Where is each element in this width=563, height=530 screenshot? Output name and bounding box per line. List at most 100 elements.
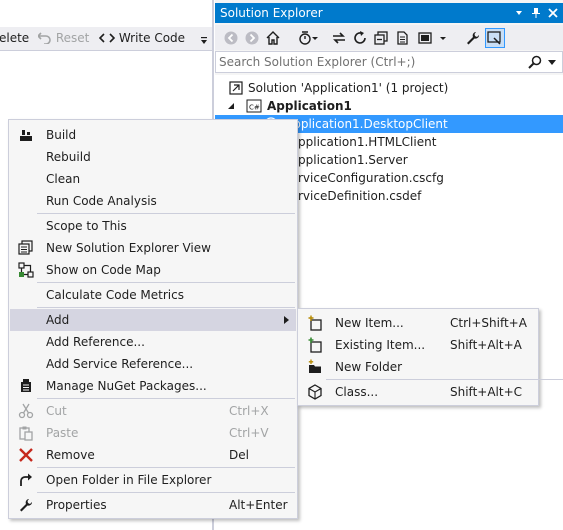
menu-item-new-solution-explorer-view[interactable]: New Solution Explorer View	[10, 237, 296, 259]
menu-item-label: Rebuild	[46, 150, 91, 164]
tree-item-label: Solution 'Application1' (1 project)	[248, 81, 449, 95]
menu-item-paste[interactable]: Paste Ctrl+V	[10, 422, 296, 444]
menu-item-label: Open Folder in File Explorer	[46, 473, 212, 487]
window-position-dropdown-icon[interactable]	[513, 7, 525, 19]
existing-item-icon	[308, 337, 322, 353]
tree-item-label: Application1.DesktopClient	[285, 117, 448, 131]
menu-item-run-code-analysis[interactable]: Run Code Analysis	[10, 190, 296, 212]
tree-item-label: pplication1.Server	[298, 153, 408, 167]
tree-item-solution[interactable]: Solution 'Application1' (1 project)	[215, 79, 563, 97]
menu-item-open-folder-in-file-explorer[interactable]: Open Folder in File Explorer	[10, 469, 296, 491]
menu-separator	[37, 467, 295, 468]
scissors-icon	[18, 403, 34, 419]
menu-item-shortcut: Shift+Alt+C	[450, 385, 523, 399]
menu-item-rebuild[interactable]: Rebuild	[10, 146, 296, 168]
menu-item-label: Cut	[46, 404, 67, 418]
menu-item-label: Add	[46, 313, 70, 327]
menu-item-label: Build	[46, 128, 77, 142]
menu-item-cut[interactable]: Cut Ctrl+X	[10, 400, 296, 422]
svg-text:C#: C#	[249, 104, 260, 112]
add-submenu: New Item... Ctrl+Shift+A Existing Item..…	[297, 308, 563, 406]
expanded-arrow-icon[interactable]	[227, 102, 235, 110]
sync-view-active-icon[interactable]	[485, 28, 505, 48]
refresh-icon[interactable]	[352, 30, 368, 46]
menu-item-add-reference[interactable]: Add Reference...	[10, 331, 296, 353]
reset-button[interactable]: Reset	[36, 31, 89, 45]
menu-item-label: Remove	[46, 448, 95, 462]
preview-dropdown-icon[interactable]	[439, 30, 447, 46]
close-icon[interactable]	[547, 7, 559, 19]
menu-item-add[interactable]: Add	[10, 309, 296, 331]
menu-item-label: Add Service Reference...	[46, 357, 194, 371]
new-folder-icon	[308, 359, 321, 373]
submenu-item-new-folder[interactable]: New Folder	[299, 356, 537, 378]
sync-with-active-document-icon[interactable]	[331, 30, 347, 46]
menu-separator	[37, 398, 295, 399]
menu-item-label: Properties	[46, 498, 107, 512]
submenu-item-class[interactable]: Class... Shift+Alt+C	[299, 381, 537, 403]
submenu-item-existing-item[interactable]: Existing Item... Shift+Alt+A	[299, 334, 537, 356]
open-folder-arrow-icon	[20, 473, 32, 486]
menu-item-remove[interactable]: Remove Del	[10, 444, 296, 466]
menu-item-label: Existing Item...	[335, 338, 426, 352]
filter-dropdown-icon[interactable]	[311, 30, 319, 46]
menu-item-label: Paste	[46, 426, 79, 440]
menu-item-clean[interactable]: Clean	[10, 168, 296, 190]
menu-item-properties[interactable]: Properties Alt+Enter	[10, 494, 296, 516]
menu-separator	[37, 492, 295, 493]
menu-item-shortcut: Ctrl+Shift+A	[450, 316, 527, 330]
code-brackets-icon	[98, 33, 116, 43]
submenu-item-new-item[interactable]: New Item... Ctrl+Shift+A	[299, 312, 537, 334]
menu-item-scope-to-this[interactable]: Scope to This	[10, 215, 296, 237]
home-icon[interactable]	[265, 30, 281, 46]
menu-item-label: New Folder	[335, 360, 403, 374]
nuget-package-icon	[21, 379, 31, 392]
menu-item-build[interactable]: Build	[10, 124, 296, 146]
build-icon	[20, 130, 32, 141]
tree-item-project[interactable]: C# Application1	[215, 97, 563, 115]
csharp-project-icon: C#	[246, 99, 262, 113]
show-all-files-icon[interactable]	[395, 30, 411, 46]
delete-button[interactable]: elete	[0, 31, 29, 45]
search-icon[interactable]	[528, 55, 542, 69]
write-code-button[interactable]: Write Code	[98, 31, 186, 45]
preview-selected-items-icon[interactable]	[417, 30, 433, 46]
submenu-arrow-icon	[284, 316, 289, 324]
menu-separator	[37, 282, 295, 283]
tree-item-label: pplication1.HTMLClient	[298, 135, 437, 149]
menu-item-shortcut: Shift+Alt+A	[450, 338, 522, 352]
menu-item-label: Run Code Analysis	[46, 194, 157, 208]
paste-icon	[19, 426, 33, 441]
class-icon	[308, 384, 322, 400]
menu-item-add-service-reference[interactable]: Add Service Reference...	[10, 353, 296, 375]
write-code-label: Write Code	[118, 31, 186, 45]
tree-item-label: rviceConfiguration.cscfg	[298, 171, 444, 185]
toolbar-overflow-icon[interactable]	[200, 37, 208, 45]
menu-item-calculate-code-metrics[interactable]: Calculate Code Metrics	[10, 284, 296, 306]
new-item-icon	[308, 315, 322, 331]
menu-item-label: Show on Code Map	[46, 263, 161, 277]
search-options-dropdown-icon[interactable]	[548, 60, 556, 65]
wrench-icon	[20, 499, 33, 512]
tree-item-label: Application1	[267, 99, 352, 113]
menu-item-shortcut: Del	[229, 448, 249, 462]
menu-item-label: Class...	[335, 385, 379, 399]
solution-explorer-search	[215, 51, 563, 73]
collapse-all-icon[interactable]	[373, 30, 389, 46]
menu-item-label: New Solution Explorer View	[46, 241, 211, 255]
solution-explorer-title-bar[interactable]: Solution Explorer	[215, 3, 563, 23]
search-input[interactable]	[219, 54, 519, 70]
code-map-icon	[18, 262, 34, 278]
remove-x-icon	[19, 448, 33, 462]
menu-separator	[326, 379, 563, 380]
solution-explorer-toolbar	[215, 25, 563, 50]
editor-toolbar: elete Reset Write Code	[0, 27, 213, 51]
menu-item-manage-nuget-packages[interactable]: Manage NuGet Packages...	[10, 375, 296, 397]
pin-icon[interactable]	[530, 7, 542, 19]
menu-item-label: New Item...	[335, 316, 404, 330]
wrench-icon[interactable]	[465, 30, 481, 46]
back-icon[interactable]	[223, 30, 239, 46]
project-context-menu: Build Rebuild Clean Run Code Analysis Sc…	[8, 119, 298, 519]
forward-icon[interactable]	[244, 30, 260, 46]
menu-item-show-on-code-map[interactable]: Show on Code Map	[10, 259, 296, 281]
